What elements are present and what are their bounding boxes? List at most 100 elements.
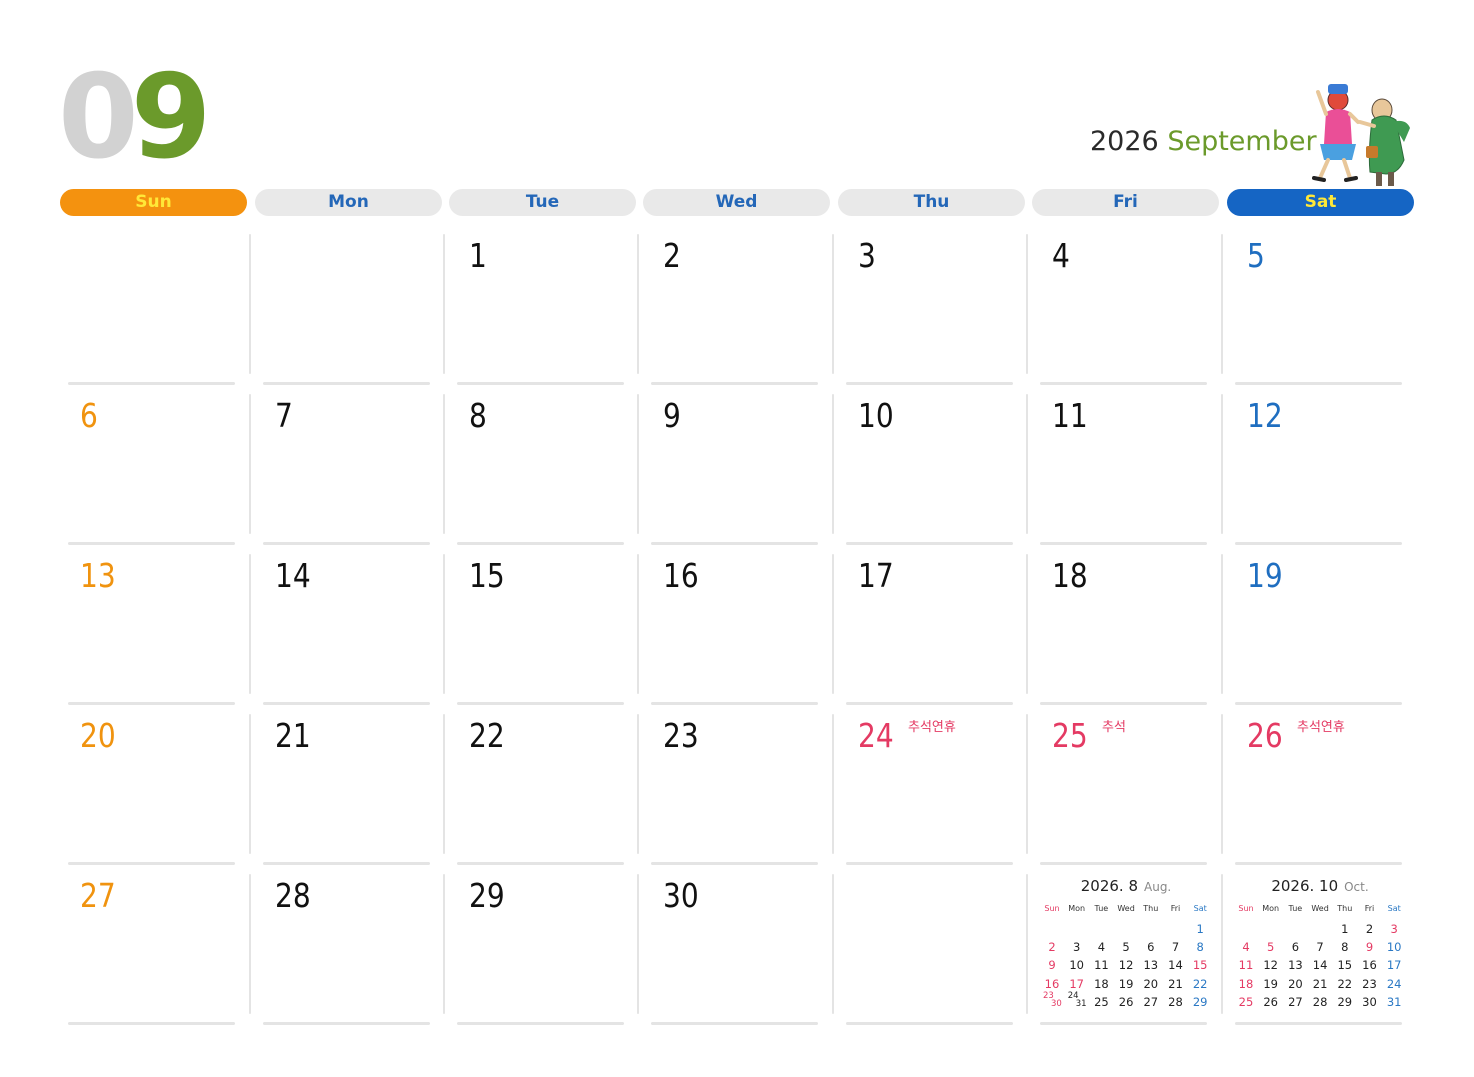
mini-day-number: 22 (1337, 976, 1353, 991)
row-divider (1235, 862, 1402, 865)
mini-weekday-label: Tue (1094, 904, 1109, 913)
mini-day-number: 19 (1263, 976, 1278, 991)
column-divider (637, 554, 639, 694)
row-divider (263, 862, 430, 865)
mini-day-number: 17 (1386, 958, 1402, 973)
mini-day-number: 31 (1075, 998, 1087, 1009)
mini-day-number: 3 (1390, 922, 1398, 936)
mini-day-number: 9 (1365, 940, 1374, 955)
row-divider (1235, 542, 1402, 545)
mini-calendar-month: 2026. 10 (1271, 877, 1339, 895)
day-number: 21 (275, 716, 311, 755)
row-divider (1235, 1022, 1402, 1025)
day-number: 15 (469, 556, 505, 595)
row-divider (263, 542, 430, 545)
row-divider (263, 1022, 430, 1025)
column-divider (832, 874, 834, 1014)
mini-day-number: 16 (1362, 958, 1377, 973)
holiday-label: 추석 (1102, 720, 1126, 735)
mini-day-number: 20 (1143, 976, 1159, 991)
column-divider (1221, 874, 1223, 1014)
mini-day-number: 21 (1168, 976, 1183, 991)
day-number: 7 (275, 396, 293, 435)
mini-day-number: 27 (1288, 994, 1303, 1009)
column-divider (1221, 714, 1223, 854)
mini-day-number: 9 (1048, 958, 1056, 973)
row-divider (651, 702, 818, 705)
mini-day-number: 23 (1362, 976, 1377, 991)
day-number: 8 (469, 396, 487, 435)
holiday-label: 추석연휴 (908, 720, 956, 735)
day-number: 11 (1052, 396, 1088, 435)
day-number: 29 (469, 876, 505, 915)
mini-day-number: 10 (1386, 940, 1402, 955)
column-divider (1026, 394, 1028, 534)
row-divider (68, 702, 235, 705)
mini-day-number: 24 (1386, 976, 1402, 991)
row-divider (1235, 382, 1402, 385)
column-divider (249, 554, 251, 694)
mini-day-split: 23 30 (1040, 991, 1064, 1013)
mini-day-number: 22 (1192, 976, 1208, 991)
column-divider (832, 234, 834, 374)
day-number: 16 (663, 556, 699, 595)
column-divider (832, 554, 834, 694)
mini-day-number: 2 (1365, 922, 1374, 936)
mini-weekday-label: Tue (1288, 904, 1303, 913)
column-divider (443, 714, 445, 854)
row-divider (457, 1022, 624, 1025)
column-divider (637, 714, 639, 854)
column-divider (1221, 234, 1223, 374)
mini-weekday-label: Thu (1143, 904, 1159, 913)
column-divider (249, 874, 251, 1014)
row-divider (846, 542, 1013, 545)
row-divider (1040, 542, 1207, 545)
mini-day-number: 11 (1238, 958, 1254, 973)
mini-day-number: 7 (1171, 940, 1180, 955)
mini-day-number: 21 (1312, 976, 1328, 991)
mini-day-number: 12 (1263, 958, 1278, 973)
mini-day-number: 25 (1238, 994, 1254, 1009)
day-number: 6 (80, 396, 98, 435)
day-number: 28 (275, 876, 311, 915)
day-number: 30 (663, 876, 699, 915)
weekday-header-thu: Thu (838, 189, 1025, 216)
row-divider (846, 702, 1013, 705)
row-divider (1040, 862, 1207, 865)
row-divider (263, 382, 430, 385)
day-number: 4 (1052, 236, 1070, 275)
mini-day-number: 15 (1337, 958, 1353, 973)
mini-day-number: 29 (1192, 994, 1208, 1009)
mini-day-number: 6 (1147, 940, 1155, 955)
row-divider (651, 382, 818, 385)
row-divider (846, 382, 1013, 385)
mini-weekday-label: Fri (1170, 904, 1181, 913)
column-divider (443, 394, 445, 534)
mini-weekday-label: Fri (1364, 904, 1375, 913)
mini-weekday-label: Thu (1337, 904, 1353, 913)
row-divider (68, 862, 235, 865)
column-divider (637, 234, 639, 374)
mini-calendar-month: 2026. 8 (1080, 877, 1138, 895)
weekday-header-fri: Fri (1032, 189, 1219, 216)
day-number: 20 (80, 716, 116, 755)
mini-day-number: 27 (1143, 994, 1159, 1009)
mini-day-number: 28 (1312, 994, 1328, 1009)
day-number: 3 (858, 236, 876, 275)
mini-day-number: 16 (1044, 976, 1060, 991)
row-divider (651, 862, 818, 865)
mini-day-number: 14 (1168, 958, 1183, 973)
column-divider (443, 874, 445, 1014)
weekday-header-sun: Sun (60, 189, 247, 216)
row-divider (846, 1022, 1013, 1025)
mini-day-number: 30 (1362, 994, 1377, 1009)
column-divider (1026, 714, 1028, 854)
mini-day-number: 13 (1143, 958, 1159, 973)
mini-day-number: 3 (1073, 940, 1081, 955)
mini-day-number: 4 (1242, 940, 1250, 955)
mini-day-number: 28 (1168, 994, 1183, 1009)
mini-day-number: 1 (1341, 922, 1349, 936)
mini-day-number: 30 (1051, 998, 1062, 1009)
mini-day-number: 10 (1069, 958, 1084, 973)
day-number: 26 (1247, 716, 1283, 755)
